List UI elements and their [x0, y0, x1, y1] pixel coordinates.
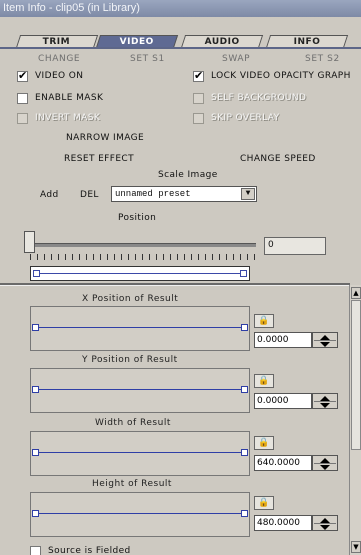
y-position-value[interactable]: 0.0000 [254, 393, 312, 409]
lock-icon[interactable]: 🔒 [254, 374, 274, 388]
scroll-down-icon[interactable]: ▼ [351, 541, 361, 553]
source-fielded-label: Source is Fielded [48, 546, 131, 555]
tab-bar: TRIM VIDEO AUDIO INFO [0, 17, 361, 49]
scroll-up-icon[interactable]: ▲ [351, 287, 361, 299]
position-slider-ticks [30, 254, 256, 260]
position-label: Position [118, 213, 157, 223]
change-action[interactable]: CHANGE [38, 54, 80, 64]
y-position-graph[interactable] [30, 368, 250, 413]
graph-keyframe-handle[interactable] [241, 510, 248, 517]
graph-keyframe-handle[interactable] [241, 324, 248, 331]
invert-mask-label: INVERT MASK [35, 113, 101, 123]
window-title: Item Info - clip05 (in Library) [0, 0, 361, 17]
reset-effect-button[interactable]: RESET EFFECT [64, 154, 134, 164]
video-on-checkbox[interactable] [17, 69, 28, 82]
lock-video-opacity-label: LOCK VIDEO OPACITY GRAPH [211, 71, 351, 81]
position-slider-thumb[interactable] [24, 231, 35, 253]
graph-keyframe-handle[interactable] [32, 324, 39, 331]
self-background-checkbox [193, 93, 204, 104]
scrollbar[interactable]: ▲ ▼ [349, 285, 361, 555]
skip-overlay-checkbox [193, 113, 204, 124]
chevron-down-icon[interactable]: ▼ [241, 188, 255, 200]
tab-divider [0, 47, 361, 49]
skip-overlay-label: SKIP OVERLAY [211, 113, 280, 123]
lock-icon[interactable]: 🔒 [254, 314, 274, 328]
lock-icon[interactable]: 🔒 [254, 436, 274, 450]
width-value[interactable]: 640.0000 [254, 455, 312, 471]
delete-preset-button[interactable]: DEL [80, 190, 99, 200]
section-divider [0, 283, 350, 286]
height-graph[interactable] [30, 492, 250, 537]
width-graph[interactable] [30, 431, 250, 476]
graph-keyframe-handle[interactable] [241, 449, 248, 456]
x-position-title: X Position of Result [82, 294, 179, 304]
enable-mask-label: ENABLE MASK [35, 93, 104, 103]
video-on-label: VIDEO ON [35, 71, 84, 81]
change-speed-button[interactable]: CHANGE SPEED [240, 154, 316, 164]
x-position-value[interactable]: 0.0000 [254, 332, 312, 348]
scale-image-button[interactable]: Scale Image [158, 170, 218, 180]
set-s2-action[interactable]: SET S2 [305, 54, 340, 64]
y-position-spinner[interactable] [312, 393, 338, 409]
x-position-graph[interactable] [30, 306, 250, 351]
graph-keyframe-handle[interactable] [32, 386, 39, 393]
width-spinner[interactable] [312, 455, 338, 471]
lock-video-opacity-checkbox[interactable] [193, 69, 204, 82]
position-slider-track[interactable] [30, 243, 256, 247]
range-end-handle[interactable] [240, 270, 247, 277]
enable-mask-checkbox[interactable] [17, 93, 28, 104]
position-value-field[interactable]: 0 [264, 237, 326, 255]
add-preset-button[interactable]: Add [40, 190, 59, 200]
range-start-handle[interactable] [33, 270, 40, 277]
preset-select-value: unnamed preset [115, 189, 191, 199]
graph-keyframe-handle[interactable] [32, 510, 39, 517]
lock-icon[interactable]: 🔒 [254, 496, 274, 510]
graph-keyframe-handle[interactable] [32, 449, 39, 456]
invert-mask-checkbox [17, 113, 28, 124]
position-range-bar[interactable] [30, 266, 250, 281]
source-fielded-checkbox[interactable] [30, 546, 41, 555]
width-title: Width of Result [95, 418, 171, 428]
height-spinner[interactable] [312, 515, 338, 531]
narrow-image-button[interactable]: NARROW IMAGE [66, 133, 144, 143]
swap-action[interactable]: SWAP [222, 54, 250, 64]
graph-keyframe-handle[interactable] [241, 386, 248, 393]
y-position-title: Y Position of Result [82, 355, 178, 365]
set-s1-action[interactable]: SET S1 [130, 54, 165, 64]
preset-select[interactable]: unnamed preset ▼ [111, 186, 257, 202]
height-value[interactable]: 480.0000 [254, 515, 312, 531]
x-position-spinner[interactable] [312, 332, 338, 348]
item-info-window: Item Info - clip05 (in Library) TRIM VID… [0, 0, 361, 555]
scroll-thumb[interactable] [351, 300, 361, 450]
height-title: Height of Result [92, 479, 172, 489]
self-background-label: SELF BACKGROUND [211, 93, 307, 103]
